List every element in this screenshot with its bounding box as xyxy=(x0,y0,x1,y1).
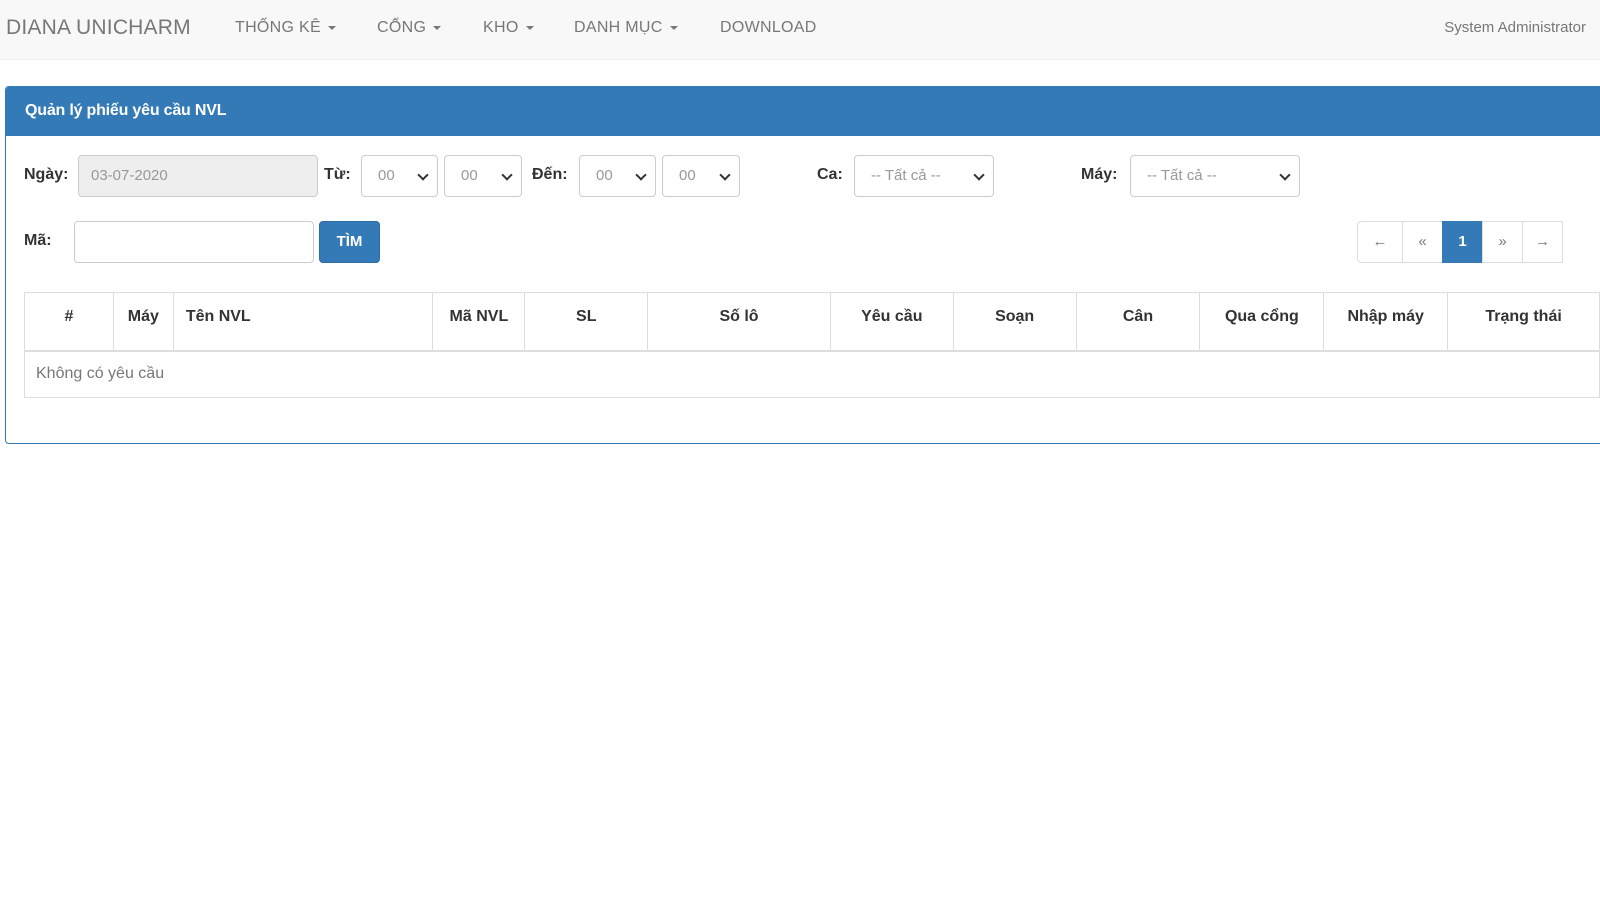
nav-menu-label: CỔNG xyxy=(377,19,427,36)
column-header-material-name: Tên NVL xyxy=(172,292,434,352)
column-header-weigh: Cân xyxy=(1075,292,1201,352)
shift-value: -- Tất cả -- xyxy=(871,167,941,184)
column-header-request: Yêu cầu xyxy=(829,292,954,352)
panel-heading: Quản lý phiếu yêu cầu NVL xyxy=(6,87,1600,136)
chevron-down-icon xyxy=(719,169,731,181)
page-first-button[interactable]: ← xyxy=(1357,221,1403,263)
code-label: Mã: xyxy=(24,232,52,249)
chevron-down-icon xyxy=(1279,169,1291,181)
page-current-button[interactable]: 1 xyxy=(1442,221,1483,263)
column-header-material-code: Mã NVL xyxy=(432,292,526,352)
pagination: ← « 1 » → xyxy=(1357,221,1563,263)
column-header-lot-number: Số lô xyxy=(647,292,831,352)
caret-down-icon xyxy=(433,25,442,30)
shift-label: Ca: xyxy=(817,166,843,183)
chevron-down-icon xyxy=(501,169,513,181)
column-header-machine-input: Nhập máy xyxy=(1323,292,1449,352)
to-hour-value: 00 xyxy=(596,167,613,184)
caret-down-icon xyxy=(327,25,336,30)
chevron-down-icon xyxy=(417,169,429,181)
search-button[interactable]: TÌM xyxy=(319,221,380,263)
to-hour-select[interactable]: 00 xyxy=(579,155,656,197)
from-hour-value: 00 xyxy=(378,167,395,184)
nav-menu-cong[interactable]: CỔNG xyxy=(377,19,442,37)
machine-select[interactable]: -- Tất cả -- xyxy=(1130,155,1300,197)
chevron-down-icon xyxy=(635,169,647,181)
caret-down-icon xyxy=(525,25,534,30)
from-minute-value: 00 xyxy=(461,167,478,184)
machine-value: -- Tất cả -- xyxy=(1147,167,1217,184)
requests-table: # Máy Tên NVL Mã NVL SL Số lô Yêu cầu So… xyxy=(24,292,1600,398)
top-navbar: DIANA UNICHARM THỐNG KÊ CỔNG KHO DANH MỤ… xyxy=(0,0,1600,60)
nav-menu-danh-muc[interactable]: DANH MỤC xyxy=(574,19,678,37)
machine-label: Máy: xyxy=(1081,166,1118,183)
panel-title: Quản lý phiếu yêu cầu NVL xyxy=(25,102,227,119)
from-hour-select[interactable]: 00 xyxy=(361,155,438,197)
code-input[interactable] xyxy=(74,221,314,263)
column-header-machine: Máy xyxy=(112,292,174,352)
date-input[interactable]: 03-07-2020 xyxy=(78,155,318,197)
nav-menu-label: KHO xyxy=(483,19,519,36)
column-header-index: # xyxy=(24,292,114,352)
table-header-row: # Máy Tên NVL Mã NVL SL Số lô Yêu cầu So… xyxy=(24,292,1600,352)
chevron-down-icon xyxy=(973,169,985,181)
nav-menu-kho[interactable]: KHO xyxy=(483,19,534,37)
to-minute-value: 00 xyxy=(679,167,696,184)
shift-select[interactable]: -- Tất cả -- xyxy=(854,155,994,197)
nav-menu-label: THỐNG KÊ xyxy=(235,19,321,36)
empty-table-message: Không có yêu cầu xyxy=(24,350,1600,398)
nav-menu-thong-ke[interactable]: THỐNG KÊ xyxy=(235,19,336,37)
nav-menu-label: DOWNLOAD xyxy=(720,19,817,36)
nav-menu-download[interactable]: DOWNLOAD xyxy=(720,19,817,37)
nav-menu-label: DANH MỤC xyxy=(574,19,663,36)
date-label: Ngày: xyxy=(24,166,69,183)
page-prev-button[interactable]: « xyxy=(1402,221,1443,263)
column-header-gate: Qua cổng xyxy=(1199,292,1325,352)
to-minute-select[interactable]: 00 xyxy=(662,155,740,197)
from-minute-select[interactable]: 00 xyxy=(444,155,522,197)
column-header-prepare: Soạn xyxy=(952,292,1077,352)
column-header-status: Trạng thái xyxy=(1447,292,1600,352)
page-next-button[interactable]: » xyxy=(1482,221,1523,263)
from-label: Từ: xyxy=(324,166,351,183)
caret-down-icon xyxy=(669,25,678,30)
column-header-quantity: SL xyxy=(524,292,649,352)
user-menu[interactable]: System Administrator xyxy=(1444,19,1586,36)
to-label: Đến: xyxy=(532,166,568,183)
table-row: Không có yêu cầu xyxy=(24,350,1600,398)
page-last-button[interactable]: → xyxy=(1522,221,1563,263)
brand-logo[interactable]: DIANA UNICHARM xyxy=(6,16,191,40)
